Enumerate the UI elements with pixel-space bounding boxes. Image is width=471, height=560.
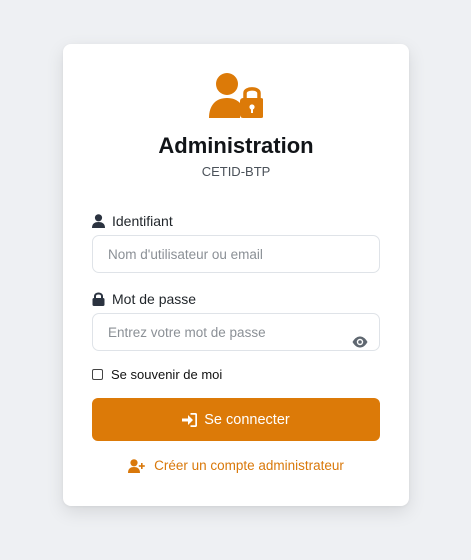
user-icon — [92, 214, 105, 228]
create-account-label: Créer un compte administrateur — [154, 458, 344, 473]
sign-in-icon — [182, 412, 198, 427]
eye-icon[interactable] — [352, 336, 368, 348]
remember-checkbox[interactable] — [92, 369, 103, 380]
page-subtitle: CETID-BTP — [201, 164, 271, 179]
user-plus-icon — [128, 458, 145, 473]
create-account-link[interactable]: Créer un compte administrateur — [63, 458, 409, 473]
username-input[interactable] — [92, 235, 380, 273]
username-label: Identifiant — [92, 213, 173, 229]
user-lock-icon — [209, 73, 263, 118]
password-label: Mot de passe — [92, 291, 196, 307]
password-input[interactable] — [92, 313, 380, 351]
username-label-text: Identifiant — [112, 213, 173, 229]
login-button[interactable]: Se connecter — [92, 398, 380, 441]
remember-label: Se souvenir de moi — [111, 367, 223, 382]
page-title: Administration — [158, 133, 314, 158]
login-card: Administration CETID-BTP Identifiant Mot… — [63, 44, 409, 506]
remember-me[interactable]: Se souvenir de moi — [92, 367, 222, 382]
password-label-text: Mot de passe — [112, 291, 197, 307]
lock-icon — [92, 292, 105, 306]
login-button-label: Se connecter — [204, 411, 290, 428]
